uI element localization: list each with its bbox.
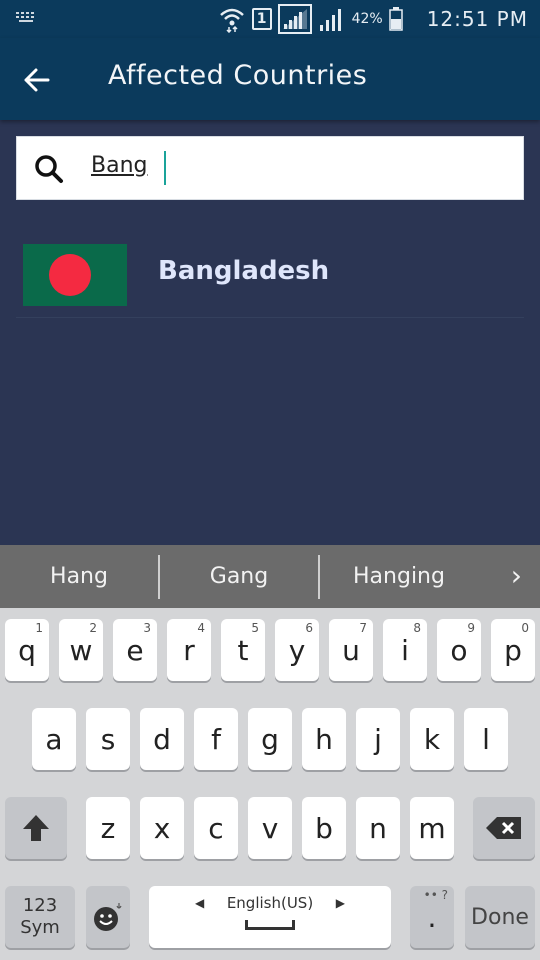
emoji-key[interactable] — [86, 886, 130, 948]
key-t[interactable]: t5 — [221, 619, 265, 681]
suggestion-item[interactable]: Hang — [0, 545, 158, 608]
key-s[interactable]: s — [86, 708, 130, 770]
caret-right-icon: ▶ — [335, 896, 345, 910]
key-v[interactable]: v — [248, 797, 292, 859]
search-input[interactable]: Bang — [91, 153, 147, 178]
text-caret — [164, 151, 166, 185]
done-key[interactable]: Done — [465, 886, 535, 948]
page-title: Affected Countries — [108, 60, 368, 91]
signal-icon-2 — [319, 9, 341, 31]
key-u[interactable]: u7 — [329, 619, 373, 681]
suggestion-bar: Hang Gang Hanging › — [0, 545, 540, 608]
key-d[interactable]: d — [140, 708, 184, 770]
key-k[interactable]: k — [410, 708, 454, 770]
key-i[interactable]: i8 — [383, 619, 427, 681]
suggestion-item[interactable]: Gang — [160, 545, 318, 608]
key-o[interactable]: o9 — [437, 619, 481, 681]
key-q[interactable]: q1 — [5, 619, 49, 681]
wifi-icon — [219, 8, 244, 33]
key-c[interactable]: c — [194, 797, 238, 859]
country-name: Bangladesh — [158, 256, 330, 286]
space-key[interactable]: ◀ English(US) ▶ — [149, 886, 391, 948]
key-l[interactable]: l — [464, 708, 508, 770]
key-n[interactable]: n — [356, 797, 400, 859]
flag-disc — [49, 254, 91, 296]
chevron-right-icon[interactable]: › — [511, 559, 522, 592]
key-m[interactable]: m — [410, 797, 454, 859]
shift-key[interactable] — [5, 797, 67, 859]
battery-percent: 42% — [351, 11, 383, 27]
signal-icon — [277, 4, 312, 34]
key-g[interactable]: g — [248, 708, 292, 770]
key-j[interactable]: j — [356, 708, 400, 770]
backspace-key[interactable] — [473, 797, 535, 859]
back-button[interactable] — [14, 58, 58, 102]
bangladesh-flag — [23, 244, 127, 306]
key-r[interactable]: r4 — [167, 619, 211, 681]
keyboard-icon — [16, 12, 38, 22]
suggestion-item[interactable]: Hanging — [320, 545, 478, 608]
sym-key[interactable]: 123 Sym — [5, 886, 75, 948]
emoji-icon — [94, 903, 122, 931]
key-a[interactable]: a — [32, 708, 76, 770]
key-y[interactable]: y6 — [275, 619, 319, 681]
search-bar[interactable]: Bang — [16, 136, 524, 200]
language-label: English(US) — [226, 894, 314, 912]
search-icon — [35, 155, 63, 183]
backspace-icon — [486, 817, 521, 839]
key-z[interactable]: z — [86, 797, 130, 859]
key-f[interactable]: f — [194, 708, 238, 770]
list-item[interactable]: Bangladesh — [16, 230, 524, 318]
status-bar: 1 42% 12:51 PM — [0, 0, 540, 38]
period-key[interactable]: . •• ? — [410, 886, 454, 948]
key-e[interactable]: e3 — [113, 619, 157, 681]
key-b[interactable]: b — [302, 797, 346, 859]
status-icons: 1 42% 12:51 PM — [218, 4, 528, 34]
key-h[interactable]: h — [302, 708, 346, 770]
key-x[interactable]: x — [140, 797, 184, 859]
key-w[interactable]: w2 — [59, 619, 103, 681]
battery-icon — [388, 7, 403, 31]
clock: 12:51 PM — [426, 7, 528, 31]
shift-arrow-icon — [23, 815, 49, 841]
space-icon — [245, 920, 295, 930]
key-p[interactable]: p0 — [491, 619, 535, 681]
sim-icon: 1 — [251, 8, 272, 30]
app-bar: Affected Countries — [0, 38, 540, 120]
keyboard: q1 w2 e3 r4 t5 y6 u7 i8 o9 p0 a s d f g … — [0, 608, 540, 960]
arrow-left-icon — [24, 68, 50, 92]
